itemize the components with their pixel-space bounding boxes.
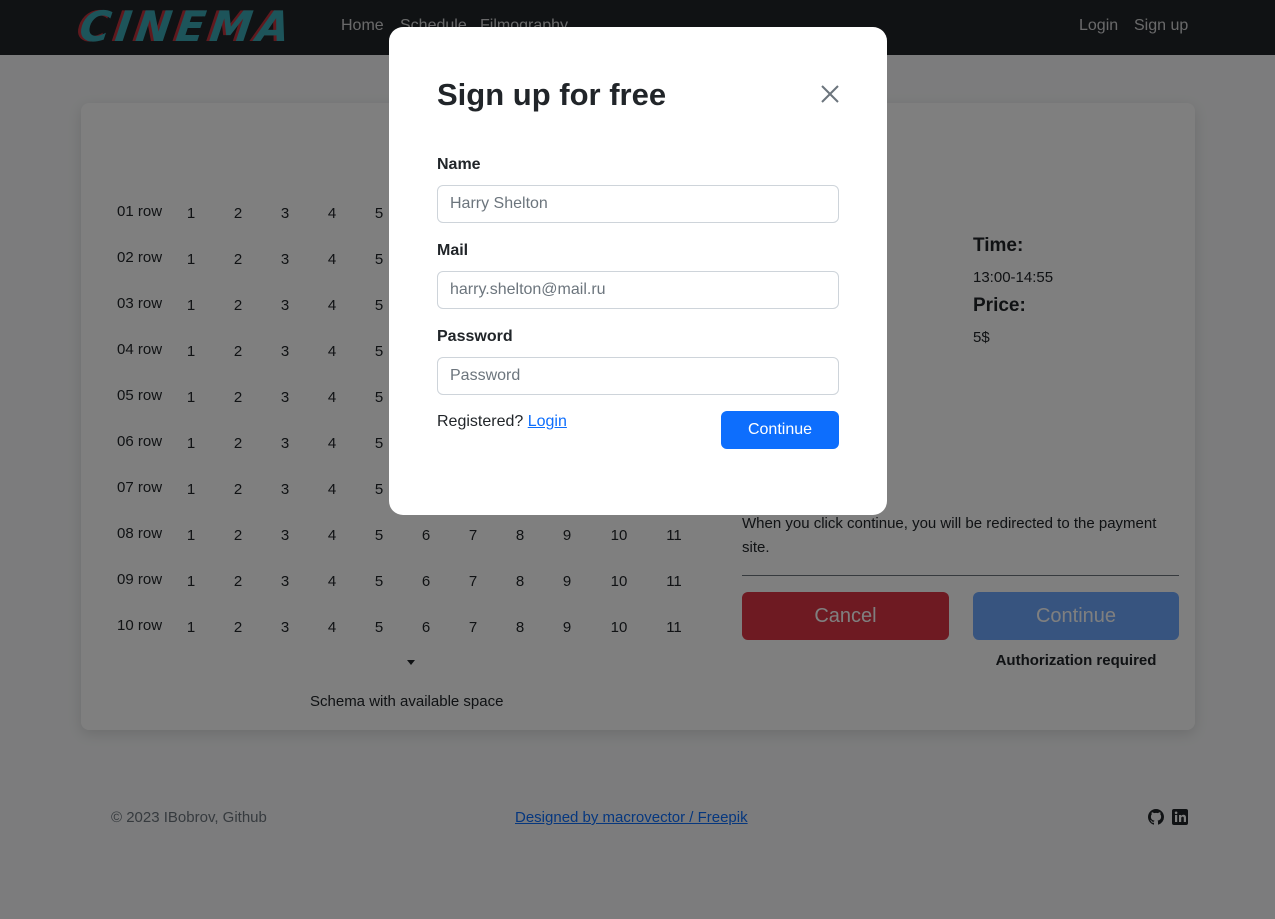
password-input[interactable] [437,357,839,395]
mail-input[interactable] [437,271,839,309]
name-input[interactable] [437,185,839,223]
password-label: Password [437,328,513,345]
modal-login-link[interactable]: Login [528,413,567,430]
modal-continue-button[interactable]: Continue [721,411,839,449]
modal-title: Sign up for free [437,77,667,112]
close-icon[interactable] [817,81,843,107]
registered-prompt: Registered? Login [437,413,567,431]
signup-modal: Sign up for free Name Mail Password Regi… [389,27,887,515]
registered-text: Registered? [437,413,524,430]
name-label: Name [437,156,481,173]
mail-label: Mail [437,242,469,259]
